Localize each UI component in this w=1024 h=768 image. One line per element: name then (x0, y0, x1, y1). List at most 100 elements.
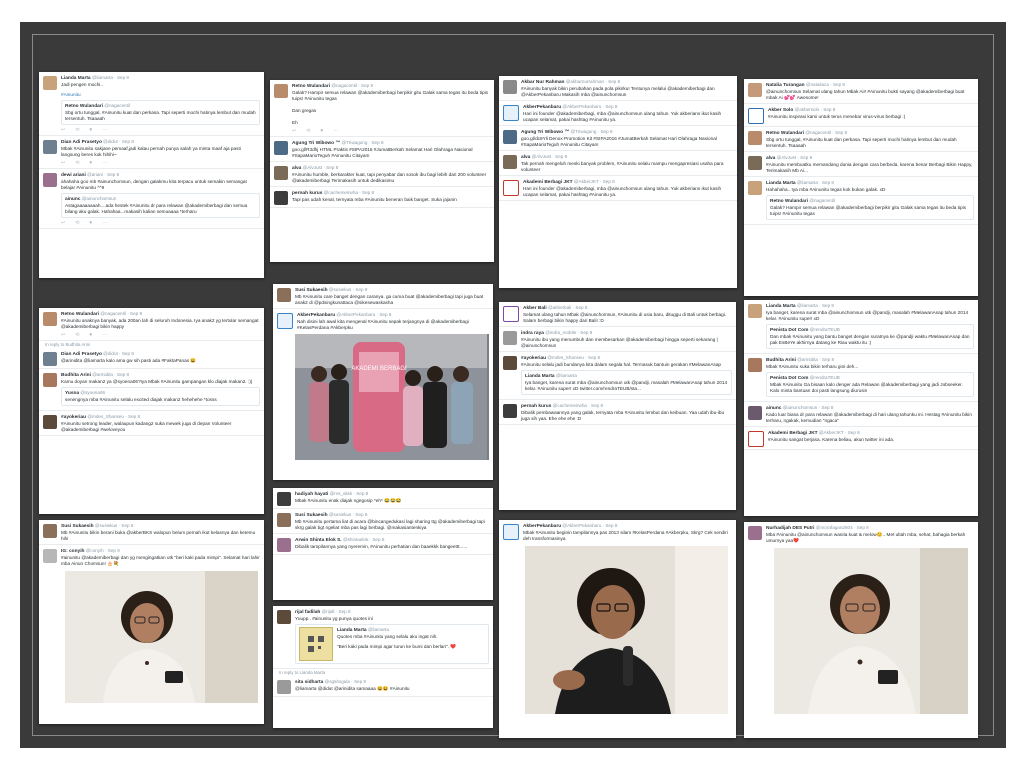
reply-icon[interactable]: ↩ (61, 220, 65, 226)
tweet[interactable]: Dian Adi Prasetyo @didut · Sep 8 @arinid… (39, 348, 264, 369)
tweet[interactable]: sita sidharta @sgsitogala · Sep 8 @liama… (273, 676, 493, 697)
tweet[interactable]: Retno Wulandari @nagacentil · Sep 8 #Ain… (39, 308, 264, 341)
quoted-tweet[interactable]: ainunc @ainunchomsun Astagaaaaaaaah....a… (61, 193, 260, 218)
tweet[interactable]: Lianda Marta @liamarta · Sep 8 Jadi peng… (39, 72, 264, 136)
avatar[interactable] (277, 288, 291, 302)
tweet-author[interactable]: Dian Adi Prasetyo (61, 140, 102, 145)
tweet[interactable]: pernah kurus @cachemeirwha · Sep 8 Dibal… (499, 400, 736, 425)
tweet-author[interactable]: Retno Wulandari (292, 84, 330, 89)
tweet[interactable]: Akber Solo @akbersolo · Sep 8 #Ainunitu … (744, 104, 978, 127)
tweet[interactable]: pernah kurus @cachemeirwha · Sep 8 Tapi … (270, 187, 494, 208)
in-reply-to[interactable]: In reply to Budhita Arini (39, 341, 264, 348)
tweet-author[interactable]: #ayokeriau (521, 356, 546, 361)
avatar[interactable] (748, 131, 762, 145)
avatar[interactable] (277, 313, 293, 329)
reply-icon[interactable]: ↩ (61, 127, 65, 133)
tweet[interactable]: alva @AlvJust · Sep 8 #Ainunitu humble, … (270, 162, 494, 187)
avatar[interactable] (503, 180, 519, 196)
tweet-author[interactable]: Agung Tri Wibowo ™ (521, 130, 569, 135)
avatar[interactable] (748, 526, 762, 540)
retweet-icon[interactable]: ⟲ (75, 332, 79, 338)
more-icon[interactable]: ··· (333, 128, 338, 134)
tweet[interactable]: Akademi Berbagi JKT @AkberJKT · Sep 8 #A… (744, 427, 978, 450)
quoted-tweet[interactable]: Retno Wulandari @nagacentil Sbg ortu tun… (61, 100, 260, 125)
avatar[interactable] (274, 84, 288, 98)
in-reply-to[interactable]: In reply to Lianda Marta (273, 669, 493, 676)
tweet[interactable]: dewi ariani @ariani · Sep 8 ahahaha goo … (39, 169, 264, 229)
tweet[interactable]: Arwin Shinta Elok S. @shintaelok · Sep 8… (273, 534, 493, 555)
tweet[interactable]: Natalia Turangan @nataliaca · Sep 8 @ain… (744, 79, 978, 104)
tweet-author[interactable]: Lianda Marta (766, 181, 796, 186)
quoted-tweet[interactable]: Yusna @syoena06 senengnya mba #Ainunitu … (61, 387, 260, 406)
avatar[interactable] (43, 352, 57, 366)
tweet[interactable]: Akber Bali @akberbali · Sep 8 Selamat ul… (499, 302, 736, 327)
tweet[interactable]: AkberPekanbaru @AkberPekanbaru · Sep 8 M… (499, 520, 736, 544)
avatar[interactable] (748, 181, 762, 195)
tweet-photo[interactable] (774, 548, 968, 714)
avatar[interactable] (503, 105, 519, 121)
tweet[interactable]: Retno Wulandari @nagacentil · Sep 8 Gala… (270, 80, 494, 137)
tweet[interactable]: alva @AlvJust · Sep 8 #Ainunitu membuatk… (744, 152, 978, 177)
tweet-photo[interactable] (525, 546, 728, 714)
avatar[interactable] (43, 373, 57, 387)
tweet[interactable]: Akademi Berbagi JKT @AkberJKT · Sep 8 Ha… (499, 176, 737, 201)
tweet-author[interactable]: Susi Sukaesih (295, 288, 328, 293)
tweet-author[interactable]: Arwin Shinta Elok S. (295, 538, 342, 543)
avatar[interactable] (503, 524, 519, 540)
tweet-author[interactable]: Retno Wulandari (766, 131, 804, 136)
avatar[interactable] (748, 431, 764, 447)
tweet[interactable]: AkberPekanbaru @AkberPekanbaru · Sep 8 H… (499, 101, 737, 126)
avatar[interactable] (277, 538, 291, 552)
reply-icon[interactable]: ↩ (61, 160, 65, 166)
tweet[interactable]: Akbar Nur Rahman @akbarnurrahman · Sep 8… (499, 76, 737, 101)
more-icon[interactable]: ··· (102, 220, 107, 226)
retweet-icon[interactable]: ⟲ (75, 160, 79, 166)
reply-icon[interactable]: ↩ (292, 128, 296, 134)
tweet-author[interactable]: Lianda Marta (61, 76, 91, 81)
tweet[interactable]: Susi Sukaesih @susiekus · Sep 8 Mb #Ainu… (273, 509, 493, 534)
tweet[interactable]: Susi Sukaesih @susiekus · Sep 8 Mb #Ainu… (273, 284, 493, 309)
avatar[interactable] (277, 680, 291, 694)
tweet-photo[interactable] (65, 571, 258, 703)
tweet-author[interactable]: indra raya (521, 331, 544, 336)
hashtag-link[interactable]: #Ainunitu (61, 92, 81, 97)
tweet[interactable]: #ayokeriau @mdes_Shanseu · Sep 8 #Ainuni… (499, 352, 736, 400)
quoted-tweet[interactable]: Lianda Marta @liamarta Iya banget, karen… (521, 370, 732, 395)
tweet-author[interactable]: alva (292, 166, 301, 171)
tweet[interactable]: alva @AlvJust · Sep 8 Tak pernah mengelu… (499, 151, 737, 176)
avatar[interactable] (274, 191, 288, 205)
tweet-author[interactable]: sita sidharta (295, 680, 323, 685)
tweet-author[interactable]: alva (766, 156, 775, 161)
tweet-author[interactable]: Nurhadijah DES Putri (766, 526, 815, 531)
avatar[interactable] (503, 306, 519, 322)
avatar[interactable] (274, 141, 288, 155)
avatar[interactable] (43, 415, 57, 429)
like-icon[interactable]: ♥ (89, 332, 92, 338)
more-icon[interactable]: ··· (102, 127, 107, 133)
more-icon[interactable]: ··· (102, 160, 107, 166)
tweet[interactable]: AkberPekanbaru @AkberPekanbaru · Sep 8 N… (273, 309, 493, 333)
tweet-author[interactable]: Akademi Berbagi JKT (523, 180, 573, 185)
like-icon[interactable]: ♥ (89, 127, 92, 133)
avatar[interactable] (748, 304, 762, 318)
tweet-author[interactable]: AkberPekanbaru (523, 105, 561, 110)
avatar[interactable] (748, 156, 762, 170)
quoted-tweet[interactable]: Lianda Marta @liamarta Quotes mba #Ainun… (295, 624, 489, 664)
tweet[interactable]: #ayokeriau @mdes_Shanseu · Sep 8 #Ainuni… (39, 411, 264, 436)
tweet[interactable]: Lianda Marta @liamarta · Sep 8 Iya bange… (744, 300, 978, 354)
retweet-icon[interactable]: ⟲ (306, 128, 310, 134)
tweet[interactable]: Budhita Arini @arinidita · Sep 8 Kamu do… (39, 369, 264, 411)
tweet[interactable]: Dian Adi Prasetyo @didut · Sep 8 Mbak #A… (39, 136, 264, 169)
tweet[interactable]: Lianda Marta @liamarta · Sep 8 Hahahaha.… (744, 177, 978, 225)
tweet-author[interactable]: IG: conyih (61, 549, 84, 554)
tweet-author[interactable]: Agung Tri Wibowo ™ (292, 141, 340, 146)
retweet-icon[interactable]: ⟲ (75, 127, 79, 133)
tweet[interactable]: rijal fadilah @rijall · Sep 8 Yuupp.. #a… (273, 606, 493, 669)
tweet-author[interactable]: ainunc (766, 406, 781, 411)
avatar[interactable] (43, 524, 57, 538)
avatar[interactable] (277, 513, 291, 527)
tweet-author[interactable]: pernah kurus (292, 191, 322, 196)
quoted-tweet[interactable]: Retno Wulandari @nagacentil Galak? Hampi… (766, 195, 974, 220)
tweet-author[interactable]: hadiyah hayati (295, 492, 328, 497)
tweet-author[interactable]: Akber Bali (523, 306, 547, 311)
